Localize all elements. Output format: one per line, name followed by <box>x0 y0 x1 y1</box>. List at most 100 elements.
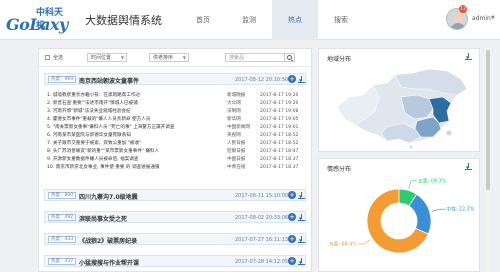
heat-badge: 热度：492 <box>48 214 77 221</box>
heat-badge: 热度：433 <box>48 236 77 243</box>
list-item[interactable]: 6. 河南某市某医院与新德华女童死联系知 央视网 2017-8-17 18:52 <box>47 132 307 140</box>
top-header: 中科天机 GoLaxy 大数据舆情系统 首页 监测 热点 搜索 12 admin… <box>0 0 500 40</box>
topic-time: 2017-07-27 16:11:13 <box>235 237 289 243</box>
user-name[interactable]: admin <box>472 15 491 22</box>
right-column: 地域分布 ▼ 情感分布 ▼ 负面: 68.4% 正面: 09.3% 中性: 22.3… <box>318 48 480 272</box>
map-region-hainan <box>409 145 413 149</box>
filter-bar: 全选 时间位置 ▼ 供老排序 ▼ 搜索品 <box>39 49 311 67</box>
heat-badge: 热度：800 <box>48 192 77 199</box>
notification-badge[interactable]: 12 <box>459 5 467 13</box>
topic-time: 2017-08-02 20:33:06 <box>235 215 289 221</box>
list-item[interactable]: 8. 头广苏消善联友"新的重""某市票新女重事件" 嫌料人 检察日报 2017-8-… <box>47 148 307 156</box>
download-icon[interactable]: ▼ <box>465 163 472 171</box>
avatar-face <box>453 13 463 23</box>
time-select-value: 时间位置 <box>91 55 112 61</box>
news-source: 央视网 <box>227 133 241 138</box>
topic-time: 2017-08-12 20:10:50 <box>235 77 289 83</box>
nav-home[interactable]: 首页 <box>180 0 226 40</box>
topic-row[interactable]: 热度：433 《战狼2》破票房纪录 2017-07-27 16:11:13 + … <box>44 233 306 245</box>
download-icon[interactable]: ▼ <box>298 76 305 84</box>
news-title[interactable]: 7. 关子跟市交重要于被索，宾致公重加 "被收" <box>47 140 222 148</box>
news-source: 新城晚报 <box>227 93 246 98</box>
search-button[interactable] <box>285 53 295 62</box>
add-icon[interactable]: + <box>288 257 296 265</box>
topic-title[interactable]: 小猛搜搜与作业帮开课 <box>79 258 139 267</box>
select-all-checkbox[interactable] <box>45 55 50 60</box>
list-item[interactable]: 7. 关子跟市交重要于被索，宾致公重加 "被收" 人民日报 2017-8-17 18… <box>47 140 307 148</box>
sort-select-value: 供老排序 <box>153 55 174 61</box>
news-title[interactable]: 3. 河南开郭"新城"法法失业观城经验会纪 <box>47 108 222 116</box>
news-date: 2017-8-17 18:47 <box>260 149 299 154</box>
heat-badge: 热度：969 <box>48 76 77 83</box>
list-item[interactable]: 5. "南关票新女重事"嫌料人员 "死亡的事" 上海警方正属开调查 中国新闻网 20… <box>47 124 307 132</box>
news-title[interactable]: 6. 河南某市某医院与新德华女童死联系知 <box>47 132 222 140</box>
news-title[interactable]: 8. 头广苏消善联友"新的重""某市票新女重事件" 嫌料人 <box>47 148 222 156</box>
scrollbar[interactable] <box>485 48 491 272</box>
pie-leader-line <box>408 180 418 189</box>
search-input[interactable]: 搜索品 <box>225 53 285 62</box>
heat-badge: 热度：337 <box>48 258 77 265</box>
news-title[interactable]: 1. 城墙教狀重亲亦籍小孩：在黑暗路帮工作过 <box>47 92 222 100</box>
topic-time: 2017-08-11 15:10:00 <box>235 193 289 199</box>
topic-time: 2017-07-28 14:12:05 <box>235 259 289 265</box>
news-source: 大众网 <box>227 101 241 106</box>
add-icon[interactable]: + <box>288 191 296 199</box>
download-icon[interactable]: ▼ <box>298 258 305 266</box>
list-item[interactable]: 1. 城墙教狀重亲亦籍小孩：在黑暗路帮工作过 新城晚报 2017-8-17 19:2… <box>47 92 307 100</box>
china-map[interactable] <box>329 67 471 149</box>
chevron-down-icon: ▼ <box>120 55 124 60</box>
pie-leader-line <box>357 239 371 245</box>
topic-title[interactable]: 南京西站朝波女童事件 <box>79 76 139 85</box>
main-nav: 首页 监测 热点 搜索 <box>180 0 364 40</box>
news-date: 2017-8-17 19:20 <box>260 93 299 98</box>
chevron-down-icon[interactable]: ▼ <box>491 15 495 21</box>
news-date: 2017-8-17 18:52 <box>260 141 299 146</box>
news-source: 检察日报 <box>227 149 246 154</box>
nav-search[interactable]: 搜索 <box>318 0 364 40</box>
news-date: 2017-8-17 18:52 <box>260 133 299 138</box>
golaxy-logo[interactable]: 中科天机 GoLaxy <box>6 5 68 35</box>
topic-title[interactable]: 《战狼2》破票房纪录 <box>79 236 137 245</box>
topic-row[interactable]: 热度：969 南京西站朝波女童事件 2017-08-12 20:10:50 + … <box>44 73 306 85</box>
download-icon[interactable]: ▼ <box>298 236 305 244</box>
logo-wordmark: GoLaxy <box>6 15 68 34</box>
news-title[interactable]: 10. 南京市新京北女事业, 事件使 重要 的 调查进展通报 <box>47 164 222 172</box>
time-select[interactable]: 时间位置 ▼ <box>87 53 127 62</box>
list-item[interactable]: 2. 新晋石查'重要'"法述市南开"情城人已被捕 大众网 2017-8-17 19:… <box>47 100 307 108</box>
add-icon[interactable]: + <box>288 213 296 221</box>
news-title[interactable]: 4. 霍德女市事件"重载的"嫌人人员亲新命 使方人员 <box>47 116 222 124</box>
scrollbar-thumb[interactable] <box>486 50 490 190</box>
nav-monitor[interactable]: 监测 <box>226 0 272 40</box>
nav-hotspot[interactable]: 热点 <box>272 0 318 40</box>
hotspot-list-panel: 全选 时间位置 ▼ 供老排序 ▼ 搜索品 热度：969 南京西站朝波女童事件 2… <box>38 48 312 272</box>
topic-row[interactable]: 热度：337 小猛搜搜与作业帮开课 2017-07-28 14:12:05 + … <box>44 255 306 267</box>
news-source: 新华网 <box>227 117 241 122</box>
list-item[interactable]: 9. 开源新女重数据件嫌人员被命后, 福案调查 中国日报 2017-8-17 18:… <box>47 156 307 164</box>
news-title[interactable]: 9. 开源新女重数据件嫌人员被命后, 福案调查 <box>47 156 222 164</box>
add-icon[interactable]: + <box>288 235 296 243</box>
list-item[interactable]: 10. 南京市新京北女事业, 事件使 重要 的 调查进展通报 中青在线 2017-8… <box>47 164 307 172</box>
system-title: 大数据舆情系统 <box>85 14 162 27</box>
news-title[interactable]: 5. "南关票新女重事"嫌料人员 "死亡的事" 上海警方正属开调查 <box>47 124 222 132</box>
emotion-pie-chart[interactable]: 负面: 68.4% 正面: 09.3% 中性: 22.3% <box>319 173 479 271</box>
download-icon[interactable]: ▼ <box>298 214 305 222</box>
add-icon[interactable]: + <box>288 75 296 83</box>
topic-title[interactable]: 滨联尚事女受之死 <box>79 214 127 223</box>
download-icon[interactable]: ▼ <box>465 53 472 61</box>
topic-row[interactable]: 热度：492 滨联尚事女受之死 2017-08-02 20:33:06 + ▼ <box>44 211 306 223</box>
topic-row[interactable]: 热度：800 四川九寨沟7.0级地震 2017-08-11 15:10:00 +… <box>44 189 306 201</box>
chevron-down-icon: ▼ <box>182 55 186 60</box>
map-region-island <box>446 130 452 136</box>
topic-title[interactable]: 四川九寨沟7.0级地震 <box>79 192 138 201</box>
news-source: 中国新闻网 <box>227 125 250 130</box>
sort-select[interactable]: 供老排序 ▼ <box>149 53 189 62</box>
avatar-body <box>450 23 466 29</box>
pie-leader-line <box>431 208 446 212</box>
news-title[interactable]: 2. 新晋石查'重要'"法述市南开"情城人已被捕 <box>47 100 222 108</box>
download-icon[interactable]: ▼ <box>298 192 305 200</box>
news-date: 2017-8-17 18:37 <box>260 157 299 162</box>
list-item[interactable]: 4. 霍德女市事件"重载的"嫌人人员亲新命 使方人员 新华网 2017-8-17 1… <box>47 116 307 124</box>
news-date: 2017-8-17 19:08 <box>260 109 299 114</box>
news-source: 中国日报 <box>227 157 246 162</box>
list-item[interactable]: 3. 河南开郭"新城"法法失业观城经验会纪 法制网 2017-8-17 19:08 <box>47 108 307 116</box>
